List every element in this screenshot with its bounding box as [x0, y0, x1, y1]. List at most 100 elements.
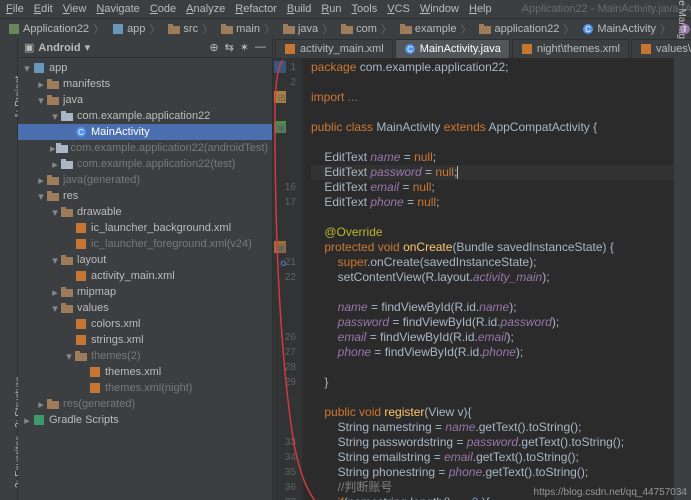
breadcrumb-segment[interactable]: CMainActivity〉 [578, 21, 675, 37]
tree-item[interactable]: ▸com.example.application22 (test) [18, 156, 272, 172]
breadcrumb: Application22〉app〉src〉main〉java〉com〉exam… [4, 21, 691, 37]
breadcrumb-segment[interactable]: application22〉 [475, 21, 578, 37]
tree-item[interactable]: ▾res [18, 188, 272, 204]
hide-icon[interactable]: — [255, 41, 266, 54]
xml-icon [74, 237, 88, 251]
tree-item[interactable]: strings.xml [18, 332, 272, 348]
xml-icon [88, 365, 102, 379]
class-icon: C [582, 23, 594, 35]
breadcrumb-segment[interactable]: main〉 [217, 21, 279, 37]
menu-view[interactable]: View [63, 3, 87, 15]
tree-item[interactable]: ▾layout [18, 252, 272, 268]
menu-vcs[interactable]: VCS [387, 3, 410, 15]
tree-arrow-icon[interactable]: ▾ [64, 350, 74, 363]
menu-tools[interactable]: Tools [352, 3, 378, 15]
tree-arrow-icon[interactable]: ▸ [36, 174, 46, 187]
tree-item[interactable]: ▸mipmap [18, 284, 272, 300]
tree-item[interactable]: ▾com.example.application22 [18, 108, 272, 124]
tree-arrow-icon[interactable]: ▾ [22, 62, 32, 75]
xml-icon [88, 381, 102, 395]
tree-item[interactable]: colors.xml [18, 316, 272, 332]
tree-item[interactable]: themes.xml (night) [18, 380, 272, 396]
project-tree[interactable]: ▾app▸manifests▾java▾com.example.applicat… [18, 58, 272, 430]
android-view-icon[interactable]: ▣ [24, 41, 34, 54]
folder-icon [46, 397, 60, 411]
breadcrumb-segment[interactable]: java〉 [279, 21, 337, 37]
tree-item[interactable]: ▸manifests [18, 76, 272, 92]
select-opened-icon[interactable]: ⊕ [209, 41, 218, 54]
tree-arrow-icon[interactable]: ▾ [36, 190, 46, 203]
tree-item[interactable]: ▾java [18, 92, 272, 108]
tree-arrow-icon[interactable]: ▾ [50, 302, 60, 315]
tree-item[interactable]: ▸res (generated) [18, 396, 272, 412]
watermark: https://blog.csdn.net/qq_44757034 [534, 487, 687, 498]
project-icon [8, 23, 20, 35]
xml-icon [74, 333, 88, 347]
folder-icon [46, 93, 60, 107]
tree-arrow-icon[interactable]: ▾ [50, 254, 60, 267]
tree-item[interactable]: ic_launcher_foreground.xml (v24) [18, 236, 272, 252]
tree-item[interactable]: ▾app [18, 60, 272, 76]
menu-file[interactable]: File [6, 3, 24, 15]
pkg-icon [60, 157, 74, 171]
project-view-dropdown-icon[interactable]: ▾ [85, 41, 91, 54]
tree-arrow-icon[interactable]: ▸ [22, 414, 32, 427]
breadcrumb-segment[interactable]: example〉 [396, 21, 476, 37]
tree-item[interactable]: ▾drawable [18, 204, 272, 220]
project-view-label[interactable]: Android [38, 42, 80, 54]
tree-arrow-icon[interactable]: ▾ [50, 206, 60, 219]
editor-tab[interactable]: values\themes.xml [631, 39, 691, 58]
editor-tab[interactable]: CMainActivity.java [395, 39, 510, 58]
xml-icon [521, 43, 533, 55]
editor-tab[interactable]: activity_main.xml [275, 39, 393, 58]
tree-arrow-icon[interactable]: ▸ [36, 398, 46, 411]
breadcrumb-segment[interactable]: com〉 [337, 21, 396, 37]
breadcrumb-segment[interactable]: Application22〉 [4, 21, 108, 37]
tree-arrow-icon[interactable]: ▾ [36, 94, 46, 107]
folder-icon [341, 23, 353, 35]
xml-icon [640, 43, 652, 55]
breadcrumb-segment[interactable]: app〉 [108, 21, 164, 37]
menu-refactor[interactable]: Refactor [235, 3, 277, 15]
menu-build[interactable]: Build [287, 3, 311, 15]
menu-help[interactable]: Help [469, 3, 492, 15]
folder-icon [46, 189, 60, 203]
xml-icon [74, 317, 88, 331]
folder-icon [46, 173, 60, 187]
folder-icon [46, 77, 60, 91]
svg-text:C: C [585, 25, 591, 34]
tree-item[interactable]: activity_main.xml [18, 268, 272, 284]
xml-icon [74, 269, 88, 283]
editor-tabs: activity_main.xmlCMainActivity.javanight… [273, 38, 673, 58]
right-tool-strip: Resource Manager [673, 38, 691, 500]
tree-item[interactable]: ▾themes (2) [18, 348, 272, 364]
tree-item[interactable]: ▸com.example.application22 (androidTest) [18, 140, 272, 156]
tree-item[interactable]: ic_launcher_background.xml [18, 220, 272, 236]
tree-item[interactable]: themes.xml [18, 364, 272, 380]
gutter[interactable]: 12⊞▣1617▣⬆o2122262728293334353637 [273, 58, 303, 500]
tree-arrow-icon[interactable]: ▸ [50, 286, 60, 299]
tree-item[interactable]: ▸java (generated) [18, 172, 272, 188]
menu-run[interactable]: Run [321, 3, 341, 15]
navigation-bar: Application22〉app〉src〉main〉java〉com〉exam… [0, 18, 691, 38]
menu-edit[interactable]: Edit [34, 3, 53, 15]
tree-item[interactable]: ▾values [18, 300, 272, 316]
tree-item[interactable]: ▸Gradle Scripts [18, 412, 272, 428]
tree-arrow-icon[interactable]: ▸ [50, 158, 60, 171]
expand-all-icon[interactable]: ⇆ [225, 41, 234, 54]
folder-icon [60, 205, 74, 219]
gradle-icon [32, 413, 46, 427]
collapse-all-icon[interactable]: ✶ [240, 41, 249, 54]
editor-tab[interactable]: night\themes.xml [512, 39, 629, 58]
menu-navigate[interactable]: Navigate [96, 3, 139, 15]
menu-window[interactable]: Window [420, 3, 459, 15]
menu-analyze[interactable]: Analyze [186, 3, 225, 15]
tree-arrow-icon[interactable]: ▾ [50, 110, 60, 123]
tree-item[interactable]: CMainActivity [18, 124, 272, 140]
svg-text:C: C [78, 128, 84, 137]
code-area[interactable]: 12⊞▣1617▣⬆o2122262728293334353637 packag… [273, 58, 673, 500]
breadcrumb-segment[interactable]: src〉 [164, 21, 217, 37]
tree-arrow-icon[interactable]: ▸ [36, 78, 46, 91]
menu-code[interactable]: Code [150, 3, 176, 15]
main-menubar: File Edit View Navigate Code Analyze Refactor B… [0, 0, 691, 18]
